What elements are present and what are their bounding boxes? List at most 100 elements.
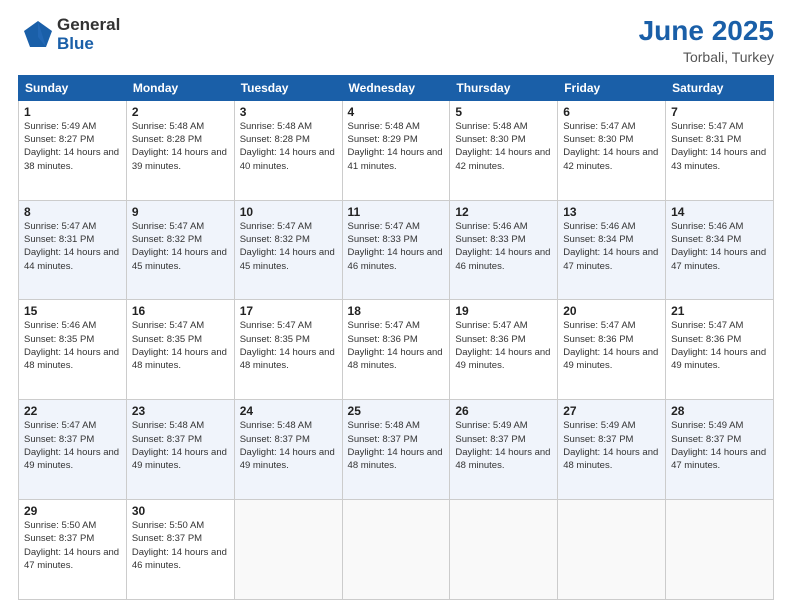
- day-number: 27: [563, 404, 660, 418]
- header-row: Sunday Monday Tuesday Wednesday Thursday…: [19, 75, 774, 100]
- table-row: 30Sunrise: 5:50 AMSunset: 8:37 PMDayligh…: [126, 500, 234, 600]
- table-row: 15 Sunrise: 5:46 AMSunset: 8:35 PMDayligh…: [19, 300, 127, 400]
- header-monday: Monday: [126, 75, 234, 100]
- day-info: Sunrise: 5:48 AMSunset: 8:37 PMDaylight:…: [240, 420, 335, 471]
- table-row: 7Sunrise: 5:47 AMSunset: 8:31 PMDaylight…: [666, 100, 774, 200]
- table-row: 25 Sunrise: 5:48 AMSunset: 8:37 PMDayligh…: [342, 400, 450, 500]
- table-row: 19 Sunrise: 5:47 AMSunset: 8:36 PMDayligh…: [450, 300, 558, 400]
- day-info: Sunrise: 5:48 AMSunset: 8:28 PMDaylight:…: [132, 121, 227, 172]
- day-info: Sunrise: 5:49 AMSunset: 8:37 PMDaylight:…: [563, 420, 658, 471]
- table-row: [666, 500, 774, 600]
- calendar-table: Sunday Monday Tuesday Wednesday Thursday…: [18, 75, 774, 600]
- table-row: 17Sunrise: 5:47 AMSunset: 8:35 PMDayligh…: [234, 300, 342, 400]
- title-block: June 2025 Torbali, Turkey: [639, 16, 774, 65]
- day-number: 6: [563, 105, 660, 119]
- table-row: 8 Sunrise: 5:47 AMSunset: 8:31 PMDaylight…: [19, 200, 127, 300]
- calendar-week-2: 8 Sunrise: 5:47 AMSunset: 8:31 PMDaylight…: [19, 200, 774, 300]
- logo-blue: Blue: [57, 35, 120, 54]
- day-info: Sunrise: 5:47 AMSunset: 8:32 PMDaylight:…: [240, 221, 335, 272]
- table-row: 4 Sunrise: 5:48 AMSunset: 8:29 PMDaylight…: [342, 100, 450, 200]
- table-row: 20 Sunrise: 5:47 AMSunset: 8:36 PMDayligh…: [558, 300, 666, 400]
- logo-general: General: [57, 16, 120, 35]
- table-row: 16 Sunrise: 5:47 AMSunset: 8:35 PMDayligh…: [126, 300, 234, 400]
- table-row: 24 Sunrise: 5:48 AMSunset: 8:37 PMDayligh…: [234, 400, 342, 500]
- day-info: Sunrise: 5:47 AMSunset: 8:31 PMDaylight:…: [24, 221, 119, 272]
- day-number: 12: [455, 205, 552, 219]
- day-number: 21: [671, 304, 768, 318]
- table-row: 11 Sunrise: 5:47 AMSunset: 8:33 PMDayligh…: [342, 200, 450, 300]
- header-sunday: Sunday: [19, 75, 127, 100]
- table-row: 18Sunrise: 5:47 AMSunset: 8:36 PMDayligh…: [342, 300, 450, 400]
- table-row: [450, 500, 558, 600]
- day-number: 14: [671, 205, 768, 219]
- day-number: 24: [240, 404, 337, 418]
- table-row: 5 Sunrise: 5:48 AMSunset: 8:30 PMDaylight…: [450, 100, 558, 200]
- logo-icon: [18, 17, 54, 53]
- table-row: 29 Sunrise: 5:50 AMSunset: 8:37 PMDayligh…: [19, 500, 127, 600]
- day-info: Sunrise: 5:50 AMSunset: 8:37 PMDaylight:…: [24, 520, 119, 571]
- logo-text: General Blue: [57, 16, 120, 53]
- day-number: 1: [24, 105, 121, 119]
- header: General Blue June 2025 Torbali, Turkey: [18, 16, 774, 65]
- table-row: 2 Sunrise: 5:48 AMSunset: 8:28 PMDaylight…: [126, 100, 234, 200]
- calendar-page: General Blue June 2025 Torbali, Turkey S…: [0, 0, 792, 612]
- day-number: 4: [348, 105, 445, 119]
- day-number: 26: [455, 404, 552, 418]
- table-row: 26Sunrise: 5:49 AMSunset: 8:37 PMDayligh…: [450, 400, 558, 500]
- day-info: Sunrise: 5:47 AMSunset: 8:31 PMDaylight:…: [671, 121, 766, 172]
- day-info: Sunrise: 5:48 AMSunset: 8:29 PMDaylight:…: [348, 121, 443, 172]
- header-tuesday: Tuesday: [234, 75, 342, 100]
- table-row: [558, 500, 666, 600]
- header-wednesday: Wednesday: [342, 75, 450, 100]
- day-number: 19: [455, 304, 552, 318]
- calendar-week-5: 29 Sunrise: 5:50 AMSunset: 8:37 PMDayligh…: [19, 500, 774, 600]
- table-row: 12 Sunrise: 5:46 AMSunset: 8:33 PMDayligh…: [450, 200, 558, 300]
- day-info: Sunrise: 5:47 AMSunset: 8:35 PMDaylight:…: [240, 320, 335, 371]
- day-info: Sunrise: 5:47 AMSunset: 8:36 PMDaylight:…: [455, 320, 550, 371]
- table-row: 22 Sunrise: 5:47 AMSunset: 8:37 PMDayligh…: [19, 400, 127, 500]
- day-info: Sunrise: 5:48 AMSunset: 8:30 PMDaylight:…: [455, 121, 550, 172]
- calendar-week-3: 15 Sunrise: 5:46 AMSunset: 8:35 PMDayligh…: [19, 300, 774, 400]
- day-info: Sunrise: 5:46 AMSunset: 8:33 PMDaylight:…: [455, 221, 550, 272]
- day-info: Sunrise: 5:47 AMSunset: 8:36 PMDaylight:…: [348, 320, 443, 371]
- day-number: 28: [671, 404, 768, 418]
- table-row: 14 Sunrise: 5:46 AMSunset: 8:34 PMDayligh…: [666, 200, 774, 300]
- day-number: 29: [24, 504, 121, 518]
- table-row: 10 Sunrise: 5:47 AMSunset: 8:32 PMDayligh…: [234, 200, 342, 300]
- day-number: 22: [24, 404, 121, 418]
- header-saturday: Saturday: [666, 75, 774, 100]
- header-friday: Friday: [558, 75, 666, 100]
- day-info: Sunrise: 5:48 AMSunset: 8:28 PMDaylight:…: [240, 121, 335, 172]
- day-info: Sunrise: 5:47 AMSunset: 8:32 PMDaylight:…: [132, 221, 227, 272]
- day-info: Sunrise: 5:49 AMSunset: 8:27 PMDaylight:…: [24, 121, 119, 172]
- day-info: Sunrise: 5:47 AMSunset: 8:35 PMDaylight:…: [132, 320, 227, 371]
- day-number: 20: [563, 304, 660, 318]
- table-row: 1 Sunrise: 5:49 AMSunset: 8:27 PMDaylight…: [19, 100, 127, 200]
- day-info: Sunrise: 5:48 AMSunset: 8:37 PMDaylight:…: [348, 420, 443, 471]
- calendar-week-4: 22 Sunrise: 5:47 AMSunset: 8:37 PMDayligh…: [19, 400, 774, 500]
- day-info: Sunrise: 5:47 AMSunset: 8:37 PMDaylight:…: [24, 420, 119, 471]
- header-thursday: Thursday: [450, 75, 558, 100]
- day-number: 25: [348, 404, 445, 418]
- day-info: Sunrise: 5:46 AMSunset: 8:34 PMDaylight:…: [671, 221, 766, 272]
- day-number: 10: [240, 205, 337, 219]
- day-number: 11: [348, 205, 445, 219]
- day-number: 5: [455, 105, 552, 119]
- day-number: 16: [132, 304, 229, 318]
- day-number: 15: [24, 304, 121, 318]
- day-number: 9: [132, 205, 229, 219]
- day-number: 8: [24, 205, 121, 219]
- table-row: 23Sunrise: 5:48 AMSunset: 8:37 PMDayligh…: [126, 400, 234, 500]
- calendar-week-1: 1 Sunrise: 5:49 AMSunset: 8:27 PMDaylight…: [19, 100, 774, 200]
- day-info: Sunrise: 5:46 AMSunset: 8:35 PMDaylight:…: [24, 320, 119, 371]
- day-info: Sunrise: 5:47 AMSunset: 8:36 PMDaylight:…: [671, 320, 766, 371]
- calendar-location: Torbali, Turkey: [639, 49, 774, 65]
- table-row: 13Sunrise: 5:46 AMSunset: 8:34 PMDayligh…: [558, 200, 666, 300]
- day-number: 2: [132, 105, 229, 119]
- logo: General Blue: [18, 16, 120, 53]
- day-number: 30: [132, 504, 229, 518]
- day-info: Sunrise: 5:49 AMSunset: 8:37 PMDaylight:…: [671, 420, 766, 471]
- day-info: Sunrise: 5:47 AMSunset: 8:36 PMDaylight:…: [563, 320, 658, 371]
- day-info: Sunrise: 5:46 AMSunset: 8:34 PMDaylight:…: [563, 221, 658, 272]
- day-info: Sunrise: 5:47 AMSunset: 8:33 PMDaylight:…: [348, 221, 443, 272]
